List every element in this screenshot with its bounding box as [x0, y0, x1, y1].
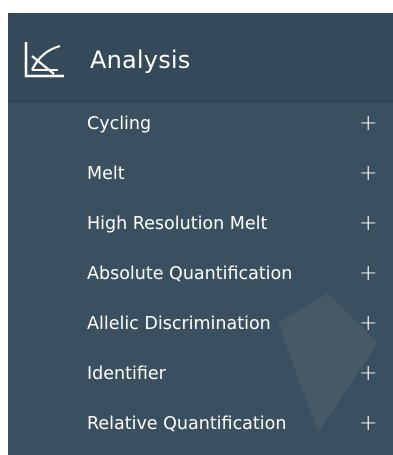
- menu-item-label: Allelic Discrimination: [87, 314, 271, 334]
- menu-item-label: Identifier: [87, 364, 166, 384]
- menu-item-label: Relative Quantification: [87, 414, 287, 434]
- expand-plus-icon[interactable]: +: [359, 402, 377, 446]
- expand-plus-icon[interactable]: +: [359, 352, 377, 396]
- expand-plus-icon[interactable]: +: [359, 152, 377, 196]
- expand-plus-icon[interactable]: +: [359, 102, 377, 146]
- menu-item-label: Absolute Quantification: [87, 264, 293, 284]
- analysis-submenu: Cycling + Melt + High Resolution Melt + …: [8, 102, 393, 455]
- menu-item-melt[interactable]: Melt +: [8, 152, 393, 196]
- menu-item-absolute-quantification[interactable]: Absolute Quantification +: [8, 252, 393, 296]
- menu-item-allelic-discrimination[interactable]: Allelic Discrimination +: [8, 302, 393, 346]
- menu-item-identifier[interactable]: Identifier +: [8, 352, 393, 396]
- analysis-chart-icon: [20, 38, 68, 82]
- menu-item-label: Melt: [87, 164, 125, 184]
- expand-plus-icon[interactable]: +: [359, 202, 377, 246]
- menu-item-high-resolution-melt[interactable]: High Resolution Melt +: [8, 202, 393, 246]
- menu-item-cycling[interactable]: Cycling +: [8, 102, 393, 146]
- expand-plus-icon[interactable]: +: [359, 252, 377, 296]
- expand-plus-icon[interactable]: +: [359, 302, 377, 346]
- menu-item-relative-quantification[interactable]: Relative Quantification +: [8, 402, 393, 446]
- analysis-nav-menu: Analysis Cycling + Melt + High Resolutio…: [8, 13, 393, 455]
- analysis-title: Analysis: [90, 46, 191, 74]
- menu-item-label: High Resolution Melt: [87, 214, 268, 234]
- analysis-section-header[interactable]: Analysis: [8, 13, 393, 102]
- menu-item-label: Cycling: [87, 114, 152, 134]
